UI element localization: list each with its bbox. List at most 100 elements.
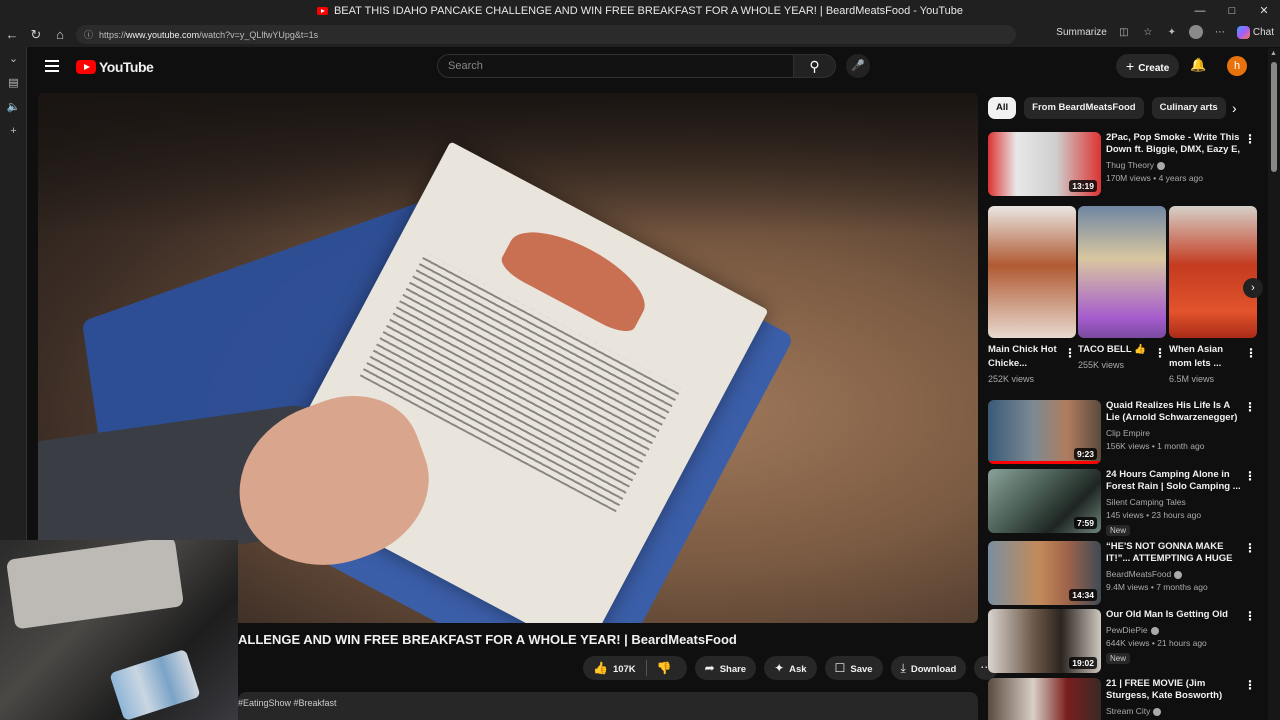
download-button[interactable]: ⤓ Download	[890, 656, 967, 680]
scroll-up-arrow-icon[interactable]: ▲	[1270, 50, 1277, 57]
shorts-shelf: Main Chick Hot Chicke... 252K views ⋮ TA…	[988, 206, 1258, 391]
video-thumbnail[interactable]: 14:34	[988, 541, 1101, 605]
url-host: www.youtube.com	[126, 29, 200, 40]
extensions-icon[interactable]: ✦	[1165, 27, 1179, 38]
favorite-star-icon[interactable]: ☆	[1141, 27, 1155, 38]
url-prefix: https://	[99, 29, 127, 40]
recommendation-title[interactable]: “HE'S NOT GONNA MAKE IT!”... ATTEMPTING …	[1106, 541, 1241, 565]
short-title[interactable]: When Asian mom lets ...	[1169, 343, 1244, 371]
short-thumbnail[interactable]	[988, 206, 1076, 338]
description-hashtags[interactable]: #EatingShow #Breakfast	[238, 698, 337, 708]
save-label: Save	[850, 664, 873, 675]
audio-tab-icon[interactable]: 🔈	[0, 95, 27, 119]
minimize-button[interactable]: —	[1184, 0, 1216, 22]
recommendation-title[interactable]: 24 Hours Camping Alone in Forest Rain | …	[1106, 469, 1241, 493]
more-options-icon[interactable]: ⋮	[1244, 678, 1256, 692]
recommendation-channel[interactable]: Silent Camping Tales	[1106, 497, 1241, 507]
recommendation-item[interactable]: 21 | FREE MOVIE (Jim Sturgess, Kate Bosw…	[988, 678, 1258, 720]
plus-icon: +	[1126, 58, 1135, 74]
search-button[interactable]: ⚲	[794, 54, 836, 78]
short-item[interactable]: TACO BELL 👍 255K views ⋮	[1078, 206, 1166, 370]
youtube-logo[interactable]: YouTube	[76, 59, 154, 75]
recommendation-channel[interactable]: PewDiePie	[1106, 625, 1241, 635]
short-views: 252K views	[988, 374, 1035, 384]
chip-all[interactable]: All	[988, 97, 1017, 119]
short-item[interactable]: Main Chick Hot Chicke... 252K views ⋮	[988, 206, 1076, 384]
short-item[interactable]: When Asian mom lets ... 6.5M views ⋮	[1169, 206, 1257, 384]
recommendation-title[interactable]: 21 | FREE MOVIE (Jim Sturgess, Kate Bosw…	[1106, 678, 1241, 702]
create-button[interactable]: + Create	[1116, 54, 1180, 78]
notifications-bell-icon[interactable]: 🔔	[1190, 57, 1206, 73]
channel-name: Stream City	[1106, 706, 1151, 716]
duration-badge: 19:02	[1069, 657, 1097, 669]
recommendation-title[interactable]: Our Old Man Is Getting Old	[1106, 609, 1241, 621]
chip-from-beardmeatsfood[interactable]: From BeardMeatsFood	[1024, 97, 1144, 119]
more-options-icon[interactable]: ⋮	[1244, 400, 1256, 414]
scrollbar-thumb[interactable]	[1271, 62, 1277, 172]
site-info-icon[interactable]: ⓘ	[84, 28, 93, 41]
recommendation-item[interactable]: 9:23 Quaid Realizes His Life Is A Lie (A…	[988, 400, 1258, 464]
ask-label: Ask	[789, 664, 807, 675]
voice-search-button[interactable]: 🎤	[846, 54, 870, 78]
tabs-icon[interactable]: ▤	[0, 71, 27, 95]
video-thumbnail[interactable]: 13:19	[988, 132, 1101, 196]
back-arrow-icon[interactable]: ←	[0, 27, 24, 42]
short-title[interactable]: TACO BELL 👍	[1078, 343, 1153, 357]
shorts-next-chevron-icon[interactable]: ›	[1243, 278, 1263, 298]
url-path: /watch?v=y_QLlfwYUpg&t=1s	[199, 29, 319, 40]
close-window-button[interactable]: ✕	[1248, 0, 1280, 22]
chips-next-chevron-icon[interactable]: ›	[1232, 100, 1237, 116]
page-scrollbar[interactable]: ▲	[1268, 48, 1280, 720]
user-avatar[interactable]: h	[1227, 56, 1247, 76]
download-icon: ⤓	[900, 661, 906, 675]
recommendation-channel[interactable]: Stream City	[1106, 706, 1241, 716]
recommendation-channel[interactable]: BeardMeatsFood	[1106, 569, 1241, 579]
more-options-icon[interactable]: ⋮	[1244, 609, 1256, 623]
download-label: Download	[910, 664, 957, 675]
browser-profile-avatar[interactable]	[1188, 25, 1203, 39]
short-thumbnail[interactable]	[1169, 206, 1257, 338]
more-options-icon[interactable]: ⋮	[1064, 346, 1076, 360]
more-options-icon[interactable]: ⋮	[1154, 346, 1166, 360]
search-input[interactable]: Search	[437, 54, 794, 78]
recommendation-title[interactable]: Quaid Realizes His Life Is A Lie (Arnold…	[1106, 400, 1241, 424]
short-thumbnail[interactable]	[1078, 206, 1166, 338]
browser-menu-icon[interactable]: ⋯	[1213, 27, 1227, 38]
recommendation-item[interactable]: 13:19 2Pac, Pop Smoke - Write This Down …	[988, 132, 1258, 196]
recommendation-item[interactable]: 14:34 “HE'S NOT GONNA MAKE IT!”... ATTEM…	[988, 541, 1258, 605]
save-button[interactable]: ☐ Save	[824, 656, 883, 680]
video-thumbnail[interactable]: 19:02	[988, 609, 1101, 673]
more-options-icon[interactable]: ⋮	[1244, 132, 1256, 146]
video-thumbnail[interactable]: 7:59	[988, 469, 1101, 533]
video-thumbnail[interactable]: 9:23	[988, 400, 1101, 464]
like-button[interactable]: 👍 107K	[583, 656, 646, 680]
recommendation-channel[interactable]: Clip Empire	[1106, 428, 1241, 438]
video-description[interactable]: #EatingShow #Breakfast	[238, 692, 978, 720]
recommendation-meta: 170M views • 4 years ago	[1106, 173, 1203, 183]
add-icon[interactable]: +	[0, 119, 27, 143]
chip-culinary-arts[interactable]: Culinary arts	[1151, 97, 1226, 119]
summarize-button[interactable]: Summarize	[1056, 27, 1107, 38]
video-thumbnail[interactable]	[988, 678, 1101, 720]
chevron-down-icon[interactable]: ⌄	[0, 47, 27, 71]
share-button[interactable]: ➦ Share	[694, 656, 757, 680]
more-options-icon[interactable]: ⋮	[1244, 469, 1256, 483]
recommendation-item[interactable]: 7:59 24 Hours Camping Alone in Forest Ra…	[988, 469, 1258, 536]
split-screen-icon[interactable]: ◫	[1117, 27, 1131, 38]
recommendation-item[interactable]: 19:02 Our Old Man Is Getting Old PewDieP…	[988, 609, 1258, 673]
maximize-button[interactable]: □	[1216, 0, 1248, 22]
menu-hamburger-icon[interactable]	[45, 60, 59, 72]
reload-icon[interactable]: ↻	[24, 27, 48, 43]
short-title[interactable]: Main Chick Hot Chicke...	[988, 343, 1063, 371]
dislike-button[interactable]: 👎	[647, 656, 687, 680]
youtube-logo-text: YouTube	[99, 59, 154, 75]
recommendation-title[interactable]: 2Pac, Pop Smoke - Write This Down ft. Bi…	[1106, 132, 1241, 156]
more-options-icon[interactable]: ⋮	[1244, 541, 1256, 555]
new-badge: New	[1106, 653, 1131, 664]
ask-button[interactable]: ✦ Ask	[764, 656, 817, 680]
more-options-icon[interactable]: ⋮	[1245, 346, 1257, 360]
copilot-chat-button[interactable]: Chat	[1236, 25, 1274, 39]
home-icon[interactable]: ⌂	[48, 27, 72, 42]
recommendation-channel[interactable]: Thug Theory	[1106, 160, 1241, 170]
address-bar[interactable]: ⓘ https://www.youtube.com/watch?v=y_QLlf…	[76, 25, 1016, 44]
